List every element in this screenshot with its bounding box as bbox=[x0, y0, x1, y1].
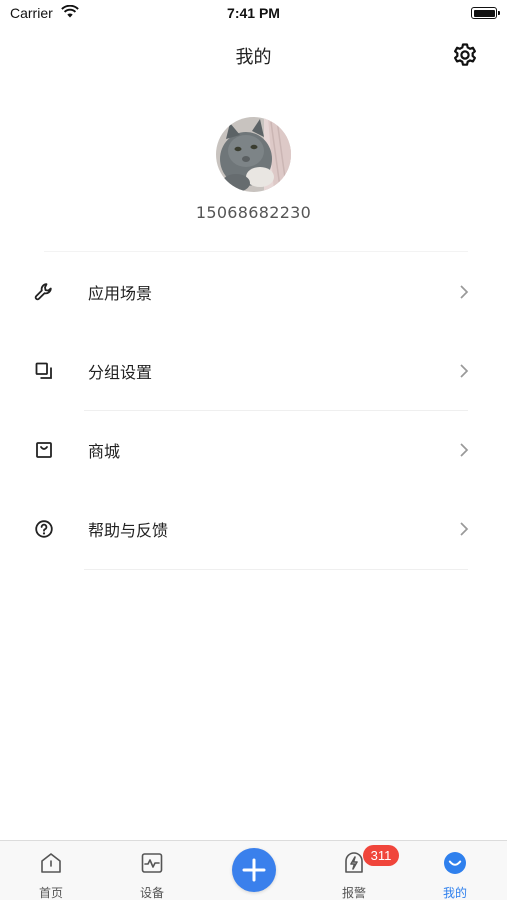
avatar-cat-image bbox=[216, 117, 291, 192]
shop-bag-icon bbox=[36, 442, 52, 458]
pulse-monitor-icon bbox=[141, 853, 163, 873]
chevron-right-icon bbox=[460, 364, 469, 378]
user-phone-number: 15068682230 bbox=[195, 203, 312, 222]
home-icon bbox=[41, 853, 61, 873]
help-circle-icon bbox=[35, 520, 53, 538]
tab-devices[interactable]: 设备 bbox=[112, 841, 192, 901]
menu-item-help-feedback[interactable]: 帮助与反馈 bbox=[0, 499, 507, 559]
page-title: 我的 bbox=[235, 47, 272, 68]
tab-label: 报警 bbox=[341, 886, 366, 900]
chevron-right-icon bbox=[460, 285, 469, 299]
avatar[interactable] bbox=[216, 117, 291, 192]
chevron-right-icon bbox=[460, 443, 469, 457]
plus-icon bbox=[242, 858, 266, 882]
tab-label: 我的 bbox=[442, 886, 467, 900]
menu-label: 商城 bbox=[88, 442, 121, 461]
add-device-button[interactable] bbox=[232, 848, 276, 892]
menu-label: 帮助与反馈 bbox=[88, 521, 169, 540]
smile-icon bbox=[444, 852, 466, 874]
clock: 7:41 PM bbox=[227, 5, 280, 21]
status-bar: Carrier 7:41 PM bbox=[0, 0, 507, 28]
menu-item-shop[interactable]: 商城 bbox=[0, 420, 507, 480]
chevron-right-icon bbox=[460, 522, 469, 536]
menu-item-group-settings[interactable]: 分组设置 bbox=[0, 341, 507, 401]
tab-bar: 首页 设备 报警 我的 bbox=[0, 840, 507, 900]
tab-mine[interactable]: 我的 bbox=[415, 841, 495, 901]
tab-home[interactable]: 首页 bbox=[11, 841, 91, 901]
tab-label: 设备 bbox=[139, 886, 164, 900]
group-icon bbox=[35, 362, 52, 379]
tab-label: 首页 bbox=[38, 886, 63, 900]
menu-divider bbox=[84, 569, 468, 570]
menu-divider bbox=[84, 410, 468, 411]
profile-divider bbox=[44, 251, 468, 252]
wrench-icon bbox=[34, 283, 52, 301]
menu-item-application-scenes[interactable]: 应用场景 bbox=[0, 262, 507, 322]
gear-icon[interactable] bbox=[452, 42, 478, 68]
battery-icon bbox=[471, 7, 500, 19]
menu-label: 应用场景 bbox=[88, 284, 153, 303]
menu-label: 分组设置 bbox=[88, 363, 153, 382]
alarm-count-badge: 311 bbox=[363, 845, 399, 866]
